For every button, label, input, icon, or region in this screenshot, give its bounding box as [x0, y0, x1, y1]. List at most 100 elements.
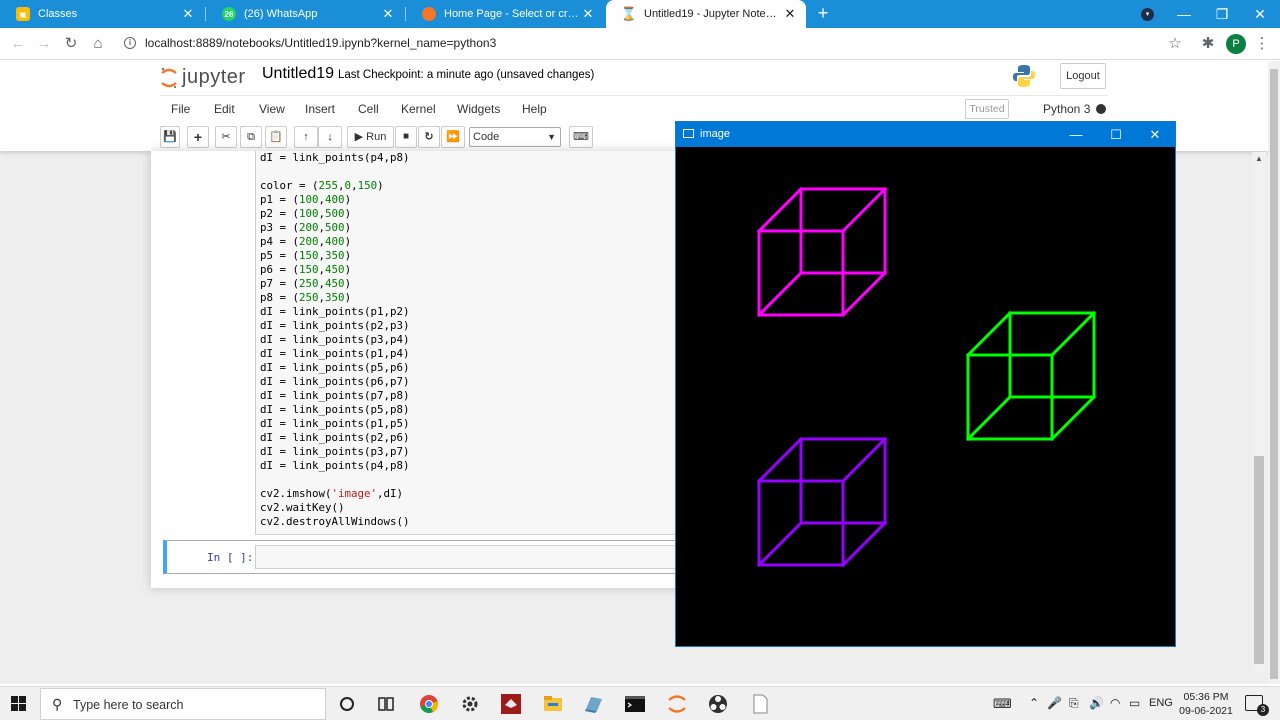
code-line: dI = link_points(p3,p7): [260, 445, 410, 458]
tab-title: Home Page - Select or create a n: [444, 8, 580, 20]
terminal-icon[interactable]: [624, 693, 646, 715]
restart-run-all-icon[interactable]: ⏩: [441, 126, 465, 148]
code-line: dI = link_points(p1,p4): [260, 347, 410, 360]
copy-icon[interactable]: ⧉: [240, 126, 262, 148]
new-tab-button[interactable]: +: [813, 3, 833, 23]
code-line: dI = link_points(p6,p7): [260, 375, 410, 388]
scroll-thumb[interactable]: [1254, 456, 1264, 664]
menu-edit[interactable]: Edit: [214, 102, 235, 116]
jupyter-logo[interactable]: jupyter: [160, 64, 246, 90]
tab-jupyter-home[interactable]: Home Page - Select or create a n ✕: [406, 0, 604, 28]
close-tab-icon[interactable]: ✕: [380, 6, 396, 22]
run-button[interactable]: ▶ Run: [347, 126, 394, 148]
file-explorer-icon[interactable]: [542, 693, 564, 715]
menu-cell[interactable]: Cell: [358, 102, 379, 116]
window-titlebar[interactable]: image — ☐ ✕: [676, 122, 1175, 147]
cell-type-select[interactable]: Code ▼: [469, 127, 561, 147]
home-icon[interactable]: ⌂: [88, 34, 108, 54]
kernel-busy-icon: [1096, 104, 1107, 114]
menu-help[interactable]: Help: [522, 102, 547, 116]
code-line: dI = link_points(p2,p3): [260, 319, 410, 332]
insert-cell-icon[interactable]: +: [187, 126, 209, 148]
close-icon[interactable]: ✕: [1135, 122, 1175, 147]
window-app-icon: [683, 129, 694, 138]
menu-view[interactable]: View: [259, 102, 285, 116]
opencv-image-window[interactable]: image — ☐ ✕: [675, 121, 1176, 647]
whatsapp-icon: 26: [222, 7, 236, 21]
microphone-icon[interactable]: 🎤: [1047, 696, 1062, 710]
keyboard-icon[interactable]: ⌨: [569, 126, 593, 148]
page-scrollbar[interactable]: [1268, 61, 1280, 684]
code-line: dI = link_points(p4,p8): [260, 459, 410, 472]
trusted-indicator[interactable]: Trusted: [965, 99, 1009, 119]
scroll-up-icon[interactable]: ▲: [1255, 154, 1263, 163]
kernel-indicator: Python 3: [1043, 102, 1107, 116]
meet-now-icon[interactable]: ⎘: [1069, 696, 1079, 711]
code-line: cv2.imshow('image',dI): [260, 487, 404, 500]
app-blue-icon[interactable]: [583, 693, 605, 715]
notepad-icon[interactable]: [749, 693, 771, 715]
menu-widgets[interactable]: Widgets: [457, 102, 500, 116]
menu-insert[interactable]: Insert: [305, 102, 335, 116]
paste-icon[interactable]: 📋: [265, 126, 287, 148]
address-bar[interactable]: localhost:8889/notebooks/Untitled19.ipyn…: [145, 36, 496, 50]
move-up-icon[interactable]: ↑: [294, 126, 318, 148]
volume-icon[interactable]: 🔊: [1089, 696, 1104, 710]
tab-title: (26) WhatsApp: [244, 8, 318, 20]
interrupt-icon[interactable]: ■: [395, 126, 417, 148]
battery-icon[interactable]: ▭: [1129, 696, 1140, 710]
code-line: cv2.destroyAllWindows(): [260, 515, 410, 528]
code-line: dI = link_points(p1,p2): [260, 305, 410, 318]
back-arrow-icon[interactable]: ←: [8, 34, 28, 54]
bookmark-star-icon[interactable]: ☆: [1165, 34, 1185, 54]
reload-icon[interactable]: ↻: [61, 34, 81, 54]
action-center-icon[interactable]: 3: [1245, 695, 1269, 716]
restart-icon[interactable]: ↻: [418, 126, 440, 148]
profile-avatar[interactable]: P: [1226, 34, 1246, 54]
site-info-icon[interactable]: i: [124, 37, 136, 49]
chrome-icon[interactable]: [418, 693, 440, 715]
code-editor[interactable]: dI = link_points(p4,p8) color = (255,0,1…: [260, 151, 410, 529]
obs-icon[interactable]: [707, 693, 729, 715]
close-window-icon[interactable]: ✕: [1240, 0, 1280, 28]
tab-search-icon[interactable]: ▾: [1141, 8, 1154, 21]
tab-untitled19[interactable]: ⌛ Untitled19 - Jupyter Notebook ✕: [606, 0, 806, 28]
notebook-name[interactable]: Untitled19: [262, 65, 334, 83]
task-view-icon[interactable]: [375, 693, 397, 715]
logout-button[interactable]: Logout: [1060, 63, 1106, 89]
cortana-icon[interactable]: [336, 693, 358, 715]
touch-keyboard-icon[interactable]: ⌨: [993, 696, 1012, 712]
cut-icon[interactable]: ✂: [215, 126, 237, 148]
minimize-icon[interactable]: —: [1056, 122, 1096, 147]
save-icon[interactable]: 💾: [160, 126, 180, 148]
show-hidden-icons-icon[interactable]: ⌃: [1029, 696, 1039, 710]
notebook-scrollbar[interactable]: ▲: [1252, 152, 1266, 672]
scroll-thumb[interactable]: [1270, 69, 1278, 679]
menu-kernel[interactable]: Kernel: [401, 102, 436, 116]
maximize-icon[interactable]: ☐: [1096, 122, 1136, 147]
tab-classes[interactable]: ▣ Classes ✕: [0, 0, 204, 28]
system-clock[interactable]: 05:36 PM 09-06-2021: [1168, 690, 1244, 718]
extensions-puzzle-icon[interactable]: ✱: [1198, 34, 1218, 54]
classroom-icon: ▣: [16, 7, 30, 21]
close-tab-icon[interactable]: ✕: [580, 6, 596, 22]
windows-start-icon[interactable]: [11, 696, 27, 712]
code-line: dI = link_points(p5,p8): [260, 403, 410, 416]
tab-whatsapp[interactable]: 26 (26) WhatsApp ✕: [206, 0, 404, 28]
close-tab-icon[interactable]: ✕: [782, 6, 798, 22]
clock-time: 05:36 PM: [1183, 691, 1229, 703]
move-down-icon[interactable]: ↓: [318, 126, 342, 148]
app-red-icon[interactable]: [500, 693, 522, 715]
jupyter-taskbar-icon[interactable]: [666, 693, 688, 715]
taskbar-search[interactable]: ⚲ Type here to search: [40, 688, 326, 720]
forward-arrow-icon[interactable]: →: [34, 34, 54, 54]
minimize-icon[interactable]: —: [1164, 0, 1204, 28]
browser-menu-icon[interactable]: ⋮: [1252, 34, 1272, 54]
menu-file[interactable]: File: [171, 102, 190, 116]
wifi-icon[interactable]: ◠: [1110, 696, 1120, 710]
settings-gear-icon[interactable]: [459, 693, 481, 715]
code-line: p6 = (150,450): [260, 263, 352, 276]
maximize-icon[interactable]: ❐: [1202, 0, 1242, 28]
close-tab-icon[interactable]: ✕: [180, 6, 196, 22]
